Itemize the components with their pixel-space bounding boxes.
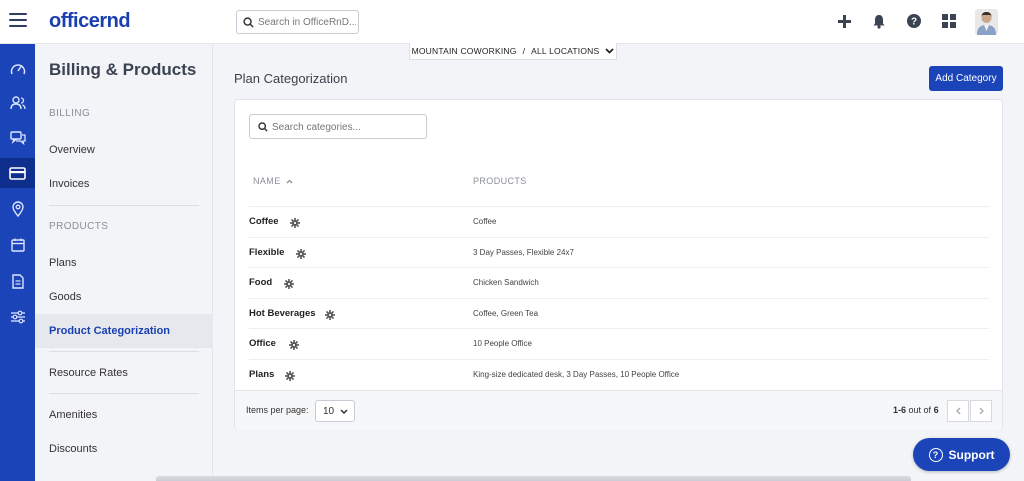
bell-icon[interactable] [871,13,887,29]
sidebar: Billing & Products BILLING Overview Invo… [35,44,213,481]
prev-page-button[interactable] [947,400,969,422]
table-row[interactable]: Plans King-size dedicated desk, 3 Day Pas… [249,359,989,390]
document-icon[interactable] [0,266,35,296]
sidebar-section-billing: BILLING [49,108,91,119]
column-header-name[interactable]: NAME [253,176,293,186]
table-row[interactable]: Office 10 People Office [249,328,989,359]
category-name[interactable]: Food [249,277,272,288]
billing-card-icon[interactable] [0,158,35,188]
pagination-range: 1-6 out of 6 [893,405,939,415]
items-per-page-label: Items per page: [246,405,309,415]
search-icon [243,17,254,28]
sidebar-divider [49,393,199,394]
window-edge [156,476,911,481]
chevron-left-icon [955,407,960,415]
category-name[interactable]: Flexible [249,247,284,258]
chevron-down-icon [340,409,348,414]
table-row[interactable]: Hot Beverages Coffee, Green Tea [249,297,989,329]
support-button[interactable]: ? Support [913,438,1010,471]
svg-text:?: ? [911,17,917,28]
location-pin-icon[interactable] [0,194,35,224]
sidebar-item-resource-rates[interactable]: Resource Rates [35,356,213,390]
help-icon[interactable]: ? [906,13,922,29]
avatar[interactable] [975,9,998,35]
gear-icon[interactable] [296,248,306,259]
app-logo[interactable]: officernd [49,10,131,33]
location-selector[interactable]: MOUNTAIN COWORKING / ALL LOCATIONS [409,43,617,60]
calendar-icon[interactable] [0,230,35,260]
chat-icon[interactable] [0,123,35,153]
plus-icon[interactable] [836,13,852,29]
top-bar: officernd ? [0,0,1024,44]
table-row[interactable]: Coffee Coffee [249,206,989,237]
app-rail [0,44,35,481]
location-org: MOUNTAIN COWORKING [411,46,517,56]
category-name[interactable]: Coffee [249,216,279,227]
next-page-button[interactable] [970,400,992,422]
gear-icon[interactable] [289,339,299,351]
sidebar-title: Billing & Products [49,60,197,79]
category-search-input[interactable] [272,119,422,135]
categories-card: NAME PRODUCTS Coffee Coffee Flexible 3 Day … [234,99,1003,430]
items-per-page-value: 10 [323,405,335,417]
category-search[interactable] [249,114,427,139]
members-icon[interactable] [0,88,35,118]
support-label: Support [948,447,995,462]
gear-icon[interactable] [285,370,295,381]
sidebar-item-overview[interactable]: Overview [35,133,213,167]
pagination-range-value: 1-6 [893,405,907,415]
column-header-products: PRODUCTS [473,176,527,186]
gear-icon[interactable] [284,278,294,290]
items-per-page-select[interactable]: 10 [315,400,355,422]
global-search[interactable] [236,10,359,34]
category-products: Coffee [473,217,497,226]
column-header-name-label: NAME [253,176,281,186]
page-title: Plan Categorization [234,71,348,86]
global-search-input[interactable] [258,14,356,30]
sidebar-item-amenities[interactable]: Amenities [35,398,213,432]
category-products: Chicken Sandwich [473,278,539,288]
sidebar-item-invoices[interactable]: Invoices [35,167,213,201]
apps-icon[interactable] [941,13,957,29]
sidebar-item-product-categorization[interactable]: Product Categorization [35,314,213,348]
chevron-right-icon [979,407,984,415]
help-icon: ? [928,447,943,462]
chevron-down-icon [605,48,615,54]
sidebar-divider [49,351,199,352]
gear-icon[interactable] [290,217,300,228]
location-scope: ALL LOCATIONS [531,46,600,56]
settings-sliders-icon[interactable] [0,302,35,332]
table-row[interactable]: Flexible 3 Day Passes, Flexible 24x7 [249,236,989,268]
table-row[interactable]: Food Chicken Sandwich [249,267,989,298]
sidebar-item-goods[interactable]: Goods [35,280,213,314]
search-icon [258,122,268,132]
pagination-total: 6 [933,405,939,415]
dashboard-icon[interactable] [0,54,35,84]
category-products: 3 Day Passes, Flexible 24x7 [473,247,574,257]
table-footer: Items per page: 10 1-6 out of 6 [235,390,1002,430]
category-products: Coffee, Green Tea [473,308,539,318]
sidebar-item-plans[interactable]: Plans [35,246,213,280]
gear-icon[interactable] [325,309,335,320]
sidebar-section-products: PRODUCTS [49,221,109,232]
add-category-button[interactable]: Add Category [929,66,1003,91]
sidebar-item-discounts[interactable]: Discounts [35,432,213,466]
category-products: 10 People Office [473,339,533,349]
category-name[interactable]: Plans [249,369,274,380]
category-products: King-size dedicated desk, 3 Day Passes, … [473,370,680,379]
sort-asc-icon [286,179,292,184]
location-separator: / [522,46,526,56]
category-name[interactable]: Hot Beverages [249,308,316,319]
menu-icon[interactable] [9,13,27,27]
category-name[interactable]: Office [249,338,276,349]
pagination-out-of: out of [908,405,932,415]
sidebar-divider [49,205,199,206]
